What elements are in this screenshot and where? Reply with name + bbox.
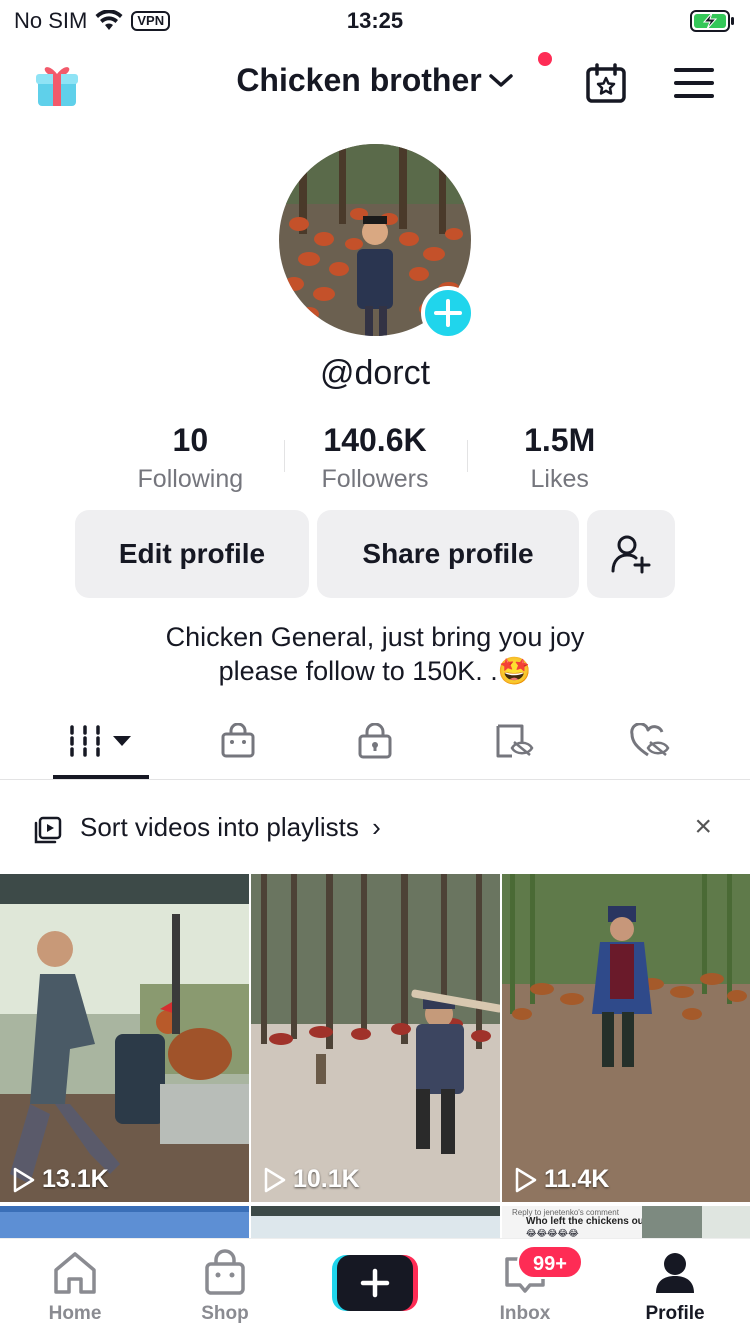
view-count: 10.1K bbox=[263, 1165, 360, 1194]
stat-label: Followers bbox=[321, 465, 429, 493]
account-name: Chicken brother bbox=[236, 62, 482, 98]
shop-bag-icon bbox=[221, 723, 255, 758]
calendar-star-icon[interactable] bbox=[585, 62, 627, 104]
nav-inbox-label: Inbox bbox=[499, 1303, 551, 1324]
playlist-banner-label: Sort videos into playlists bbox=[80, 812, 359, 842]
nav-home-label: Home bbox=[48, 1303, 102, 1324]
edit-profile-button[interactable]: Edit profile bbox=[75, 510, 309, 598]
status-bar: No SIM VPN 13:25 bbox=[0, 0, 750, 42]
profile-bio: Chicken General, just bring you joy plea… bbox=[0, 620, 750, 688]
profile-actions: Edit profile Share profile bbox=[75, 510, 675, 598]
edit-profile-label: Edit profile bbox=[118, 538, 266, 569]
nav-shop[interactable]: Shop bbox=[170, 1249, 280, 1325]
thumbnail-image bbox=[251, 874, 500, 1202]
bio-line: Chicken General, just bring you joy bbox=[165, 622, 585, 652]
close-icon[interactable]: × bbox=[694, 810, 712, 844]
nav-profile-label: Profile bbox=[645, 1303, 705, 1324]
view-count: 11.4K bbox=[514, 1165, 609, 1194]
profile-icon bbox=[656, 1253, 694, 1293]
create-button[interactable] bbox=[332, 1255, 418, 1311]
tab-liked[interactable] bbox=[622, 716, 678, 766]
comment-emojis: 😂😂😂😂😂 bbox=[526, 1228, 579, 1238]
video-thumbnail[interactable]: 10.1K bbox=[251, 874, 500, 1202]
view-count: 13.1K bbox=[12, 1165, 109, 1194]
video-thumbnail[interactable] bbox=[251, 1206, 500, 1238]
stat-value: 10 bbox=[172, 422, 209, 458]
battery-charging-icon bbox=[690, 10, 734, 32]
play-icon bbox=[515, 1167, 537, 1192]
playlist-icon bbox=[34, 816, 62, 844]
play-icon bbox=[13, 1167, 35, 1192]
username: @dorct bbox=[319, 354, 431, 392]
stat-value: 1.5M bbox=[524, 422, 596, 458]
chevron-down-icon bbox=[488, 73, 513, 87]
menu-icon[interactable] bbox=[674, 68, 714, 98]
hidden-likes-icon bbox=[630, 723, 670, 757]
stat-value: 140.6K bbox=[323, 422, 427, 458]
bio-line: please follow to 150K. .🤩 bbox=[218, 656, 532, 686]
video-thumbnail[interactable]: 13.1K bbox=[0, 874, 249, 1202]
thumbnail-image bbox=[0, 874, 249, 1202]
tab-videos[interactable] bbox=[60, 716, 142, 766]
stat-divider bbox=[467, 440, 468, 472]
nav-shop-label: Shop bbox=[201, 1303, 249, 1324]
add-user-icon bbox=[611, 535, 651, 574]
stat-label: Following bbox=[137, 465, 244, 493]
plus-icon bbox=[434, 299, 462, 327]
caret-down-icon bbox=[113, 736, 131, 746]
tab-shop[interactable] bbox=[210, 716, 266, 766]
chevron-right-icon: › bbox=[372, 812, 381, 842]
add-friends-button[interactable] bbox=[587, 510, 675, 598]
stat-likes[interactable]: 1.5M Likes bbox=[467, 422, 652, 502]
video-thumbnail[interactable]: Reply to jenetenko's comment Who left th… bbox=[502, 1206, 750, 1238]
notification-dot bbox=[538, 52, 552, 66]
lock-icon bbox=[358, 723, 392, 759]
view-count-label: 13.1K bbox=[42, 1165, 109, 1193]
home-icon bbox=[54, 1252, 96, 1294]
stat-divider bbox=[284, 440, 285, 472]
tab-reposts[interactable] bbox=[486, 716, 542, 766]
thumbnail-image bbox=[251, 1206, 500, 1238]
comment-text: Who left the chickens out. bbox=[526, 1216, 650, 1227]
add-avatar-button[interactable] bbox=[421, 286, 475, 340]
avatar-container[interactable] bbox=[279, 144, 475, 340]
content-tabs bbox=[0, 708, 750, 780]
thumbnail-image bbox=[0, 1206, 249, 1238]
view-count-label: 11.4K bbox=[544, 1165, 610, 1193]
stat-label: Likes bbox=[530, 465, 589, 493]
grid-icon bbox=[70, 725, 100, 757]
share-profile-button[interactable]: Share profile bbox=[317, 510, 579, 598]
video-thumbnail[interactable]: 11.4K bbox=[502, 874, 750, 1202]
video-grid: 13.1K 10.1K 11.4K Reply to jenetenko's c… bbox=[0, 874, 750, 1238]
view-count-label: 10.1K bbox=[293, 1165, 360, 1193]
thumbnail-image bbox=[502, 874, 750, 1202]
inbox-badge: 99+ bbox=[517, 1245, 583, 1279]
play-icon bbox=[264, 1167, 286, 1192]
video-thumbnail[interactable] bbox=[0, 1206, 249, 1238]
playlist-banner-text[interactable]: Sort videos into playlists › bbox=[80, 812, 381, 843]
active-tab-indicator bbox=[53, 775, 149, 779]
profile-stats: 10 Following 140.6K Followers 1.5M Likes bbox=[98, 422, 652, 502]
profile-header: Chicken brother bbox=[0, 50, 750, 120]
stat-following[interactable]: 10 Following bbox=[98, 422, 283, 502]
account-switcher[interactable]: Chicken brother bbox=[0, 62, 750, 99]
bottom-navigation: Home Shop Inbox 99+ Profile bbox=[0, 1238, 750, 1334]
tab-private[interactable] bbox=[347, 716, 403, 766]
shop-bag-icon bbox=[205, 1249, 245, 1295]
nav-profile[interactable]: Profile bbox=[620, 1249, 730, 1325]
share-profile-label: Share profile bbox=[362, 538, 534, 569]
clock: 13:25 bbox=[346, 8, 404, 33]
hidden-reposts-icon bbox=[496, 724, 534, 758]
playlist-banner[interactable]: Sort videos into playlists › × bbox=[0, 790, 750, 866]
stat-followers[interactable]: 140.6K Followers bbox=[283, 422, 468, 502]
thumbnail-image bbox=[642, 1206, 750, 1238]
nav-home[interactable]: Home bbox=[20, 1249, 130, 1325]
